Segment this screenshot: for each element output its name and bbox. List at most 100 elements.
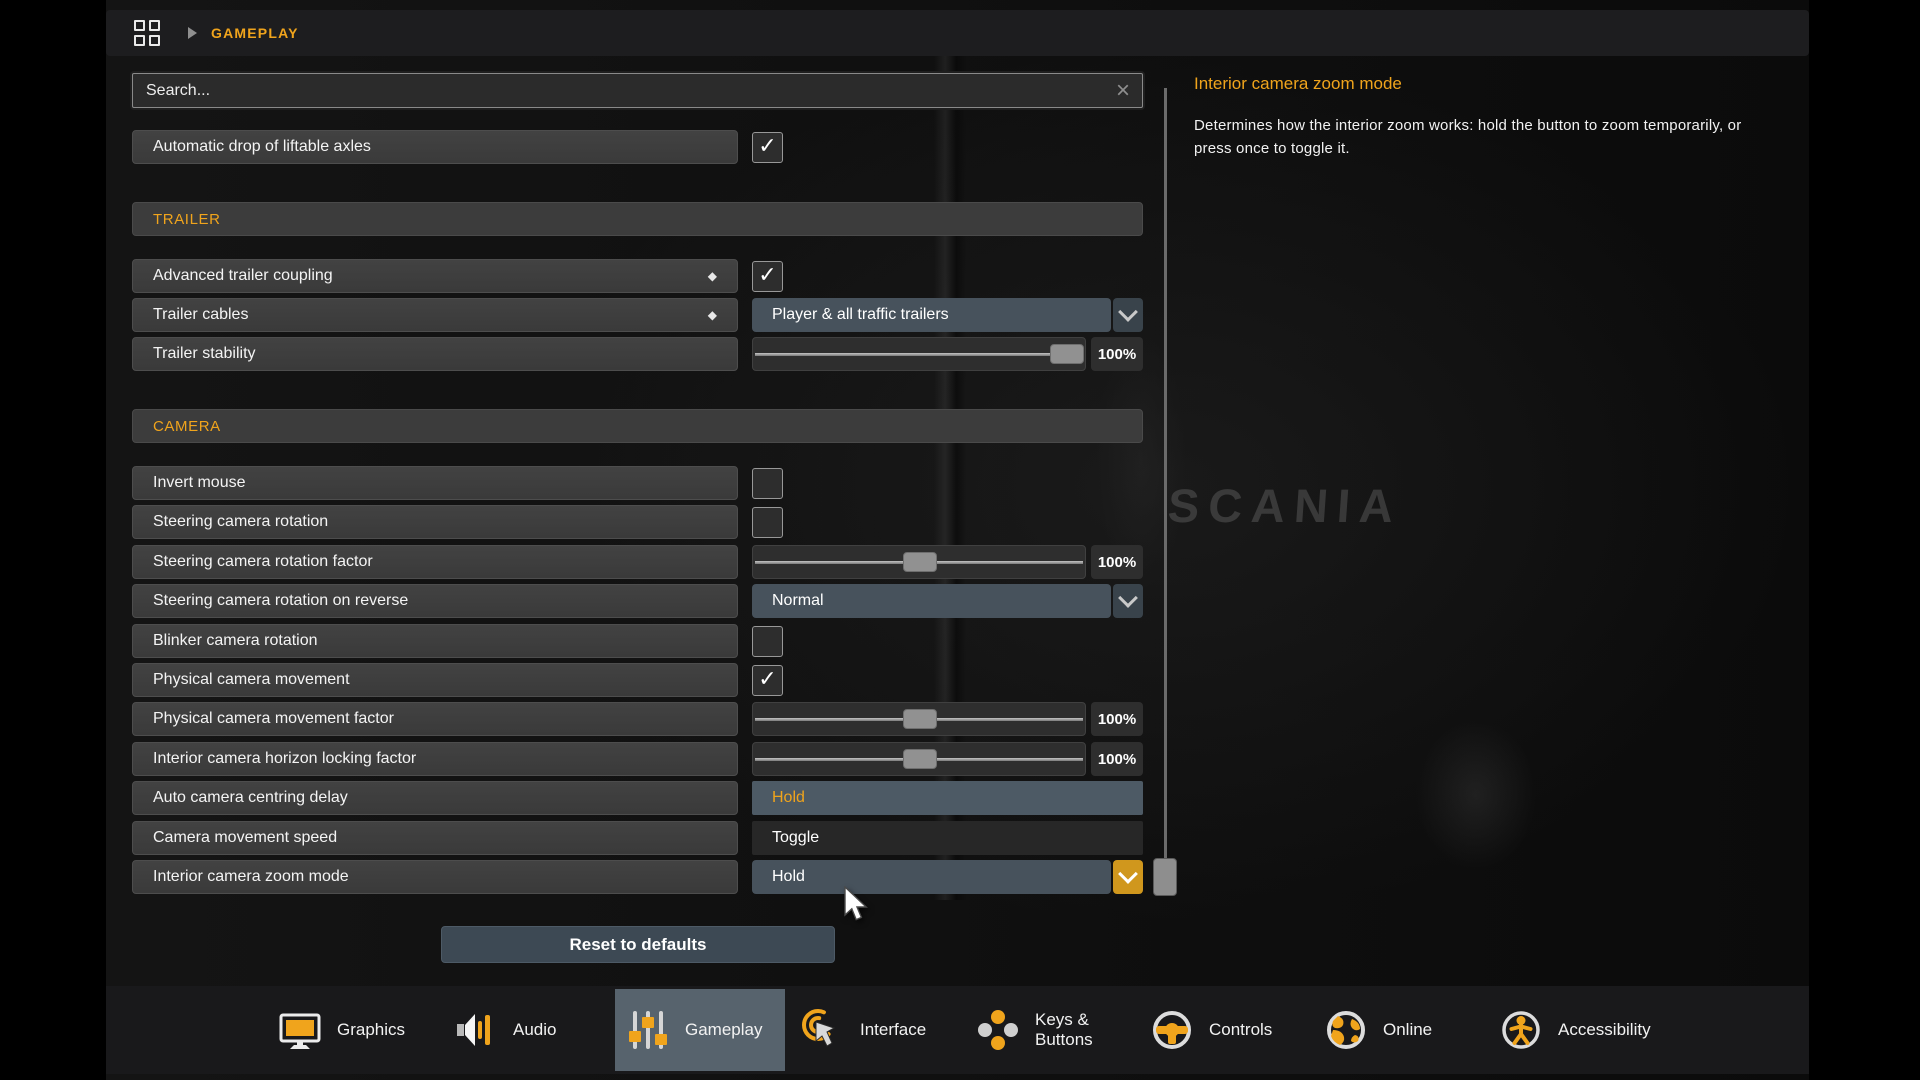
checkbox-checked[interactable]: ✓	[752, 261, 783, 292]
chevron-down-button[interactable]	[1113, 298, 1143, 332]
description-panel: Interior camera zoom mode Determines how…	[1194, 74, 1742, 161]
setting-label-steering-rotation-factor[interactable]: Steering camera rotation factor	[132, 545, 738, 579]
setting-row: Steering camera rotation	[132, 505, 1143, 539]
background-headlight	[1416, 720, 1536, 870]
steering-wheel-icon	[1150, 1008, 1194, 1052]
tab-accessibility[interactable]: Accessibility	[1499, 986, 1651, 1074]
setting-row: Trailer cables ◆ Player & all traffic tr…	[132, 298, 1143, 332]
advanced-diamond-icon: ◆	[708, 269, 717, 283]
setting-label-text: Camera movement speed	[153, 829, 337, 847]
setting-label-auto-centring-delay[interactable]: Auto camera centring delay	[132, 781, 738, 815]
setting-label-physical-movement-factor[interactable]: Physical camera movement factor	[132, 702, 738, 736]
search-placeholder: Search...	[146, 82, 210, 100]
setting-label-blinker-rotation[interactable]: Blinker camera rotation	[132, 624, 738, 658]
chevron-down-button-active[interactable]	[1113, 860, 1143, 894]
description-title: Interior camera zoom mode	[1194, 74, 1742, 94]
chevron-down-button[interactable]	[1113, 584, 1143, 618]
setting-label-text: Steering camera rotation on reverse	[153, 592, 408, 610]
tab-online[interactable]: Online	[1324, 986, 1432, 1074]
search-input[interactable]: Search... ×	[132, 73, 1143, 108]
cursor-click-icon	[801, 1008, 845, 1052]
setting-row: Physical camera movement ✓	[132, 663, 1143, 697]
tab-controls[interactable]: Controls	[1150, 986, 1272, 1074]
setting-row: Auto camera centring delay Hold	[132, 781, 1143, 815]
gamepad-buttons-icon	[976, 1008, 1020, 1052]
scrollbar-track[interactable]	[1164, 88, 1167, 894]
setting-label-text: Invert mouse	[153, 474, 245, 492]
grid-icon	[134, 20, 160, 46]
mouse-cursor	[843, 886, 873, 922]
setting-label-text: Interior camera horizon locking factor	[153, 750, 416, 768]
checkbox-unchecked[interactable]	[752, 626, 783, 657]
globe-icon	[1324, 1008, 1368, 1052]
dropdown-option-hold[interactable]: Hold	[752, 781, 1143, 815]
setting-label-text: Blinker camera rotation	[153, 632, 318, 650]
setting-label-rotation-on-reverse[interactable]: Steering camera rotation on reverse	[132, 584, 738, 618]
slider-handle[interactable]	[903, 552, 937, 572]
setting-row: Blinker camera rotation	[132, 624, 1143, 658]
setting-label-steering-rotation[interactable]: Steering camera rotation	[132, 505, 738, 539]
settings-panel: Search... × Automatic drop of liftable a…	[132, 73, 1143, 897]
slider-horizon-locking-factor[interactable]	[752, 742, 1086, 776]
breadcrumb-arrow-icon	[188, 27, 197, 39]
setting-label-interior-zoom-mode[interactable]: Interior camera zoom mode	[132, 860, 738, 894]
chevron-down-icon	[1118, 864, 1138, 884]
setting-label-trailer-stability[interactable]: Trailer stability	[132, 337, 738, 371]
accessibility-person-icon	[1499, 1008, 1543, 1052]
dropdown-option-toggle[interactable]: Toggle	[752, 821, 1143, 855]
section-title: TRAILER	[153, 211, 221, 228]
setting-label-camera-movement-speed[interactable]: Camera movement speed	[132, 821, 738, 855]
top-bar: GAMEPLAY	[106, 10, 1809, 56]
tab-graphics[interactable]: Graphics	[278, 986, 405, 1074]
truck-brand-text: SCANIA	[1166, 478, 1404, 533]
checkbox-checked[interactable]: ✓	[752, 132, 783, 163]
setting-label-text: Advanced trailer coupling	[153, 267, 333, 285]
breadcrumb: GAMEPLAY	[211, 25, 299, 41]
check-icon: ✓	[758, 135, 776, 157]
dropdown-value: Normal	[772, 592, 824, 610]
setting-label-text: Steering camera rotation factor	[153, 553, 373, 571]
checkbox-unchecked[interactable]	[752, 468, 783, 499]
setting-label-text: Trailer cables	[153, 306, 248, 324]
slider-handle[interactable]	[903, 709, 937, 729]
setting-label-trailer-cables[interactable]: Trailer cables ◆	[132, 298, 738, 332]
tab-interface[interactable]: Interface	[801, 986, 926, 1074]
setting-row: Steering camera rotation on reverse Norm…	[132, 584, 1143, 618]
setting-row: Advanced trailer coupling ◆ ✓	[132, 259, 1143, 293]
setting-label-automatic-drop[interactable]: Automatic drop of liftable axles	[132, 130, 738, 164]
tab-audio[interactable]: Audio	[454, 986, 556, 1074]
dropdown-value: Hold	[772, 868, 805, 886]
setting-label-text: Physical camera movement	[153, 671, 350, 689]
setting-label-advanced-coupling[interactable]: Advanced trailer coupling ◆	[132, 259, 738, 293]
tab-gameplay[interactable]: Gameplay	[615, 989, 785, 1071]
slider-trailer-stability[interactable]	[752, 337, 1086, 371]
slider-physical-movement-factor[interactable]	[752, 702, 1086, 736]
setting-row: Trailer stability 100%	[132, 337, 1143, 371]
setting-label-invert-mouse[interactable]: Invert mouse	[132, 466, 738, 500]
menu-grid-button[interactable]	[126, 14, 168, 52]
setting-label-horizon-locking-factor[interactable]: Interior camera horizon locking factor	[132, 742, 738, 776]
setting-label-text: Steering camera rotation	[153, 513, 328, 531]
reset-to-defaults-button[interactable]: Reset to defaults	[441, 926, 835, 963]
setting-label-text: Physical camera movement factor	[153, 710, 394, 728]
slider-steering-rotation-factor[interactable]	[752, 545, 1086, 579]
checkbox-unchecked[interactable]	[752, 507, 783, 538]
option-text: Toggle	[772, 829, 819, 847]
tab-keys-buttons[interactable]: Keys & Buttons	[976, 986, 1119, 1074]
slider-handle[interactable]	[903, 749, 937, 769]
dropdown-value: Player & all traffic trailers	[772, 306, 949, 324]
setting-row: Steering camera rotation factor 100%	[132, 545, 1143, 579]
scrollbar-handle[interactable]	[1153, 858, 1177, 896]
dropdown-rotation-on-reverse[interactable]: Normal	[752, 584, 1111, 618]
setting-label-physical-movement[interactable]: Physical camera movement	[132, 663, 738, 697]
setting-row: Physical camera movement factor 100%	[132, 702, 1143, 736]
monitor-icon	[278, 1008, 322, 1052]
slider-handle[interactable]	[1050, 344, 1084, 364]
checkbox-checked[interactable]: ✓	[752, 665, 783, 696]
gameplay-settings-screen: SCANIA GAMEPLAY Search... × Automatic dr…	[0, 0, 1920, 1080]
slider-value: 100%	[1091, 702, 1143, 736]
setting-row: Camera movement speed Toggle	[132, 821, 1143, 855]
dropdown-trailer-cables[interactable]: Player & all traffic trailers	[752, 298, 1111, 332]
clear-search-icon[interactable]: ×	[1116, 81, 1130, 101]
dropdown-interior-zoom-mode[interactable]: Hold	[752, 860, 1111, 894]
